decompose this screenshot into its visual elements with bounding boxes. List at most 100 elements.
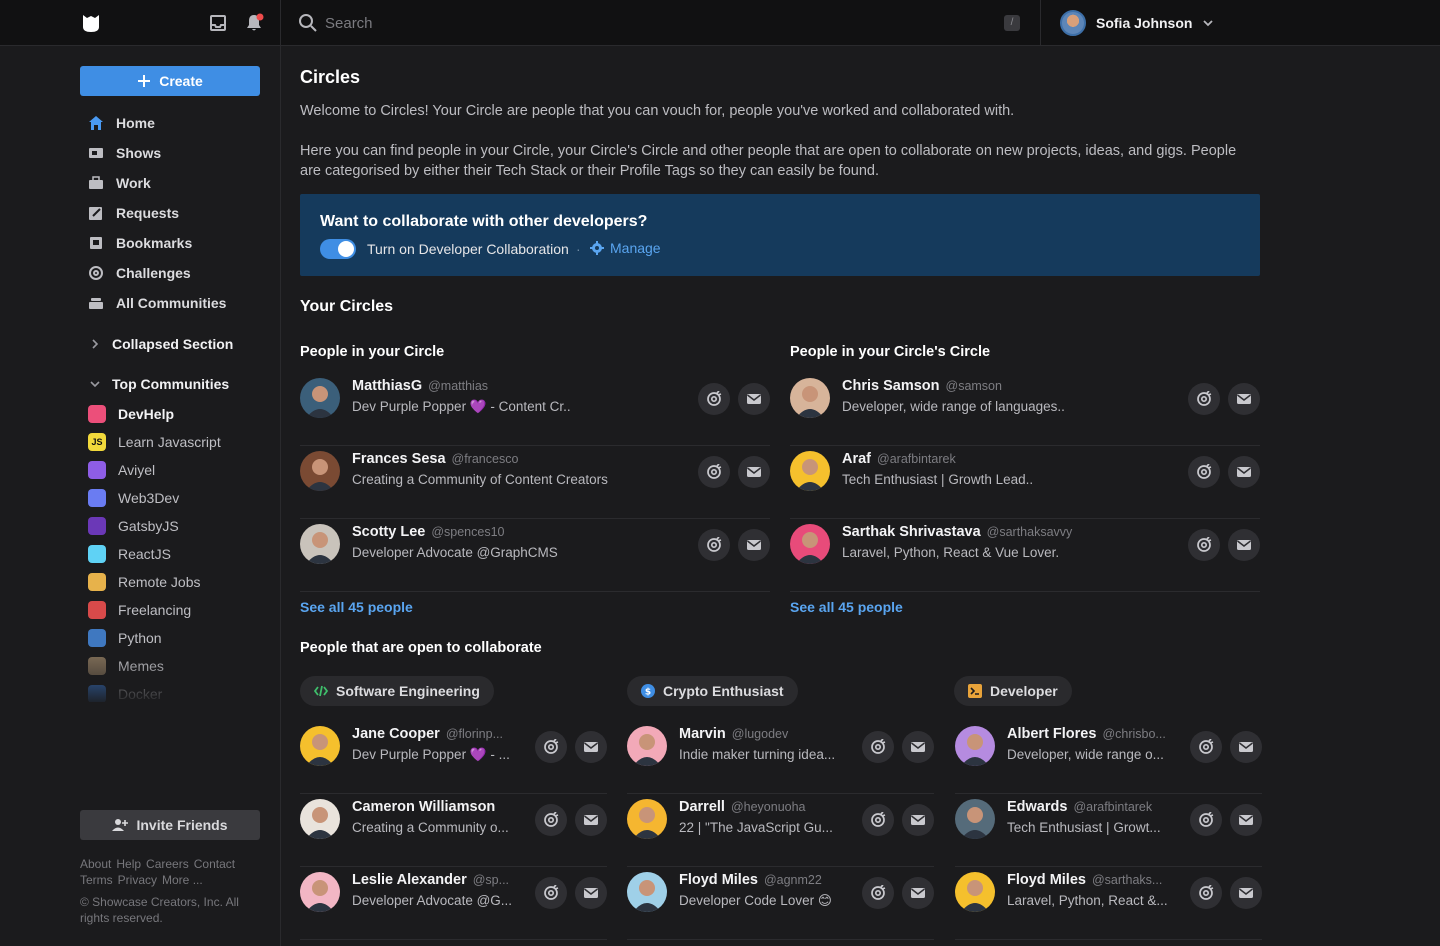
vouch-button[interactable] xyxy=(1188,456,1220,488)
community-item[interactable]: ReactJS xyxy=(88,540,221,568)
vouch-button[interactable] xyxy=(698,456,730,488)
person-row[interactable]: Chris Samson @samson Developer, wide range… xyxy=(790,373,1260,446)
footer-link-help[interactable]: Help xyxy=(116,857,141,871)
person-row[interactable]: Jane Cooper @florinp... Dev Purple Popper … xyxy=(300,721,607,794)
message-button[interactable] xyxy=(1230,804,1262,836)
community-item[interactable]: Aviyel xyxy=(88,456,221,484)
vouch-button[interactable] xyxy=(862,877,894,909)
person-name[interactable]: Floyd Miles @sarthaks... xyxy=(1007,872,1162,888)
person-avatar[interactable] xyxy=(300,726,340,766)
footer-link-privacy[interactable]: Privacy xyxy=(118,873,157,887)
message-button[interactable] xyxy=(1228,383,1260,415)
person-avatar[interactable] xyxy=(790,524,830,564)
see-all-circles-circle-link[interactable]: See all 45 people xyxy=(790,599,903,615)
person-avatar[interactable] xyxy=(300,872,340,912)
showcase-logo-icon[interactable] xyxy=(80,12,102,34)
person-row[interactable]: Floyd Miles @sarthaks... Laravel, Python, … xyxy=(955,867,1262,940)
person-name[interactable]: Leslie Alexander @sp... xyxy=(352,872,509,888)
vouch-button[interactable] xyxy=(1190,731,1222,763)
person-avatar[interactable] xyxy=(955,872,995,912)
message-button[interactable] xyxy=(575,731,607,763)
person-name[interactable]: Darrell @heyonuoha xyxy=(679,799,806,815)
person-row[interactable]: Albert Flores @chrisbo... Developer, wide … xyxy=(955,721,1262,794)
footer-link-more[interactable]: More ... xyxy=(162,873,203,887)
vouch-button[interactable] xyxy=(1190,877,1222,909)
person-avatar[interactable] xyxy=(790,378,830,418)
collapsed-section-toggle[interactable]: Collapsed Section xyxy=(88,334,233,354)
person-row[interactable]: Scotty Lee @spences10 Developer Advocate @… xyxy=(300,519,770,592)
person-row[interactable]: Darrell @heyonuoha 22 | "The JavaScript Gu… xyxy=(627,794,934,867)
community-item[interactable]: Web3Dev xyxy=(88,484,221,512)
person-avatar[interactable] xyxy=(627,799,667,839)
sidebar-item-bookmarks[interactable]: Bookmarks xyxy=(88,228,226,258)
message-button[interactable] xyxy=(1228,456,1260,488)
person-row[interactable]: Frances Sesa @francesco Creating a Communi… xyxy=(300,446,770,519)
person-avatar[interactable] xyxy=(300,524,340,564)
person-row[interactable]: Araf @arafbintarek Tech Enthusiast | Growt… xyxy=(790,446,1260,519)
person-name[interactable]: Cameron Williamson xyxy=(352,799,501,815)
vouch-button[interactable] xyxy=(1190,804,1222,836)
vouch-button[interactable] xyxy=(535,804,567,836)
message-button[interactable] xyxy=(902,731,934,763)
top-communities-toggle[interactable]: Top Communities xyxy=(88,374,229,394)
footer-link-contact[interactable]: Contact xyxy=(194,857,235,871)
community-item[interactable]: JS Learn Javascript xyxy=(88,428,221,456)
community-item[interactable]: GatsbyJS xyxy=(88,512,221,540)
person-avatar[interactable] xyxy=(300,378,340,418)
message-button[interactable] xyxy=(738,383,770,415)
person-avatar[interactable] xyxy=(790,451,830,491)
person-avatar[interactable] xyxy=(300,799,340,839)
person-avatar[interactable] xyxy=(627,872,667,912)
sidebar-item-all-communities[interactable]: All Communities xyxy=(88,288,226,318)
tag-crypto-enthusiast[interactable]: $ Crypto Enthusiast xyxy=(627,676,798,706)
person-name[interactable]: Chris Samson @samson xyxy=(842,378,1002,394)
person-name[interactable]: MatthiasG @matthias xyxy=(352,378,488,394)
footer-link-careers[interactable]: Careers xyxy=(146,857,189,871)
community-item[interactable]: DevHelp xyxy=(88,400,221,428)
person-name[interactable]: Jane Cooper @florinp... xyxy=(352,726,503,742)
invite-friends-button[interactable]: Invite Friends xyxy=(80,810,260,840)
person-row[interactable]: Edwards @arafbintarek Tech Enthusiast | Gr… xyxy=(955,794,1262,867)
person-row[interactable]: Marvin @lugodev Indie maker turning idea..… xyxy=(627,721,934,794)
sidebar-item-shows[interactable]: Shows xyxy=(88,138,226,168)
message-button[interactable] xyxy=(738,456,770,488)
message-button[interactable] xyxy=(1230,731,1262,763)
message-button[interactable] xyxy=(738,529,770,561)
sidebar-item-requests[interactable]: Requests xyxy=(88,198,226,228)
message-button[interactable] xyxy=(1228,529,1260,561)
footer-link-about[interactable]: About xyxy=(80,857,111,871)
vouch-button[interactable] xyxy=(535,731,567,763)
community-item[interactable]: Remote Jobs xyxy=(88,568,221,596)
notification-bell-icon[interactable] xyxy=(244,13,264,33)
vouch-button[interactable] xyxy=(1188,529,1220,561)
person-avatar[interactable] xyxy=(627,726,667,766)
sidebar-item-work[interactable]: Work xyxy=(88,168,226,198)
inbox-icon[interactable] xyxy=(208,13,228,33)
person-row[interactable]: Sarthak Shrivastava @sarthaksavvy Laravel,… xyxy=(790,519,1260,592)
vouch-button[interactable] xyxy=(698,383,730,415)
person-avatar[interactable] xyxy=(955,726,995,766)
message-button[interactable] xyxy=(575,804,607,836)
person-name[interactable]: Floyd Miles @agnm22 xyxy=(679,872,822,888)
community-item[interactable]: Freelancing xyxy=(88,596,221,624)
user-menu[interactable]: Sofia Johnson xyxy=(1060,10,1214,36)
community-item[interactable]: Python xyxy=(88,624,221,652)
person-row[interactable]: Floyd Miles @agnm22 Developer Code Lover 😊 xyxy=(627,867,934,940)
person-name[interactable]: Scotty Lee @spences10 xyxy=(352,524,505,540)
vouch-button[interactable] xyxy=(862,731,894,763)
vouch-button[interactable] xyxy=(698,529,730,561)
person-name[interactable]: Araf @arafbintarek xyxy=(842,451,956,467)
person-name[interactable]: Edwards @arafbintarek xyxy=(1007,799,1152,815)
tag-developer[interactable]: Developer xyxy=(954,676,1072,706)
person-name[interactable]: Albert Flores @chrisbo... xyxy=(1007,726,1166,742)
tag-software-engineering[interactable]: Software Engineering xyxy=(300,676,494,706)
vouch-button[interactable] xyxy=(862,804,894,836)
manage-link[interactable]: Manage xyxy=(590,240,661,256)
developer-collaboration-toggle[interactable] xyxy=(320,239,356,259)
vouch-button[interactable] xyxy=(535,877,567,909)
person-name[interactable]: Frances Sesa @francesco xyxy=(352,451,518,467)
person-name[interactable]: Sarthak Shrivastava @sarthaksavvy xyxy=(842,524,1072,540)
message-button[interactable] xyxy=(575,877,607,909)
sidebar-item-challenges[interactable]: Challenges xyxy=(88,258,226,288)
see-all-circle-link[interactable]: See all 45 people xyxy=(300,599,413,615)
